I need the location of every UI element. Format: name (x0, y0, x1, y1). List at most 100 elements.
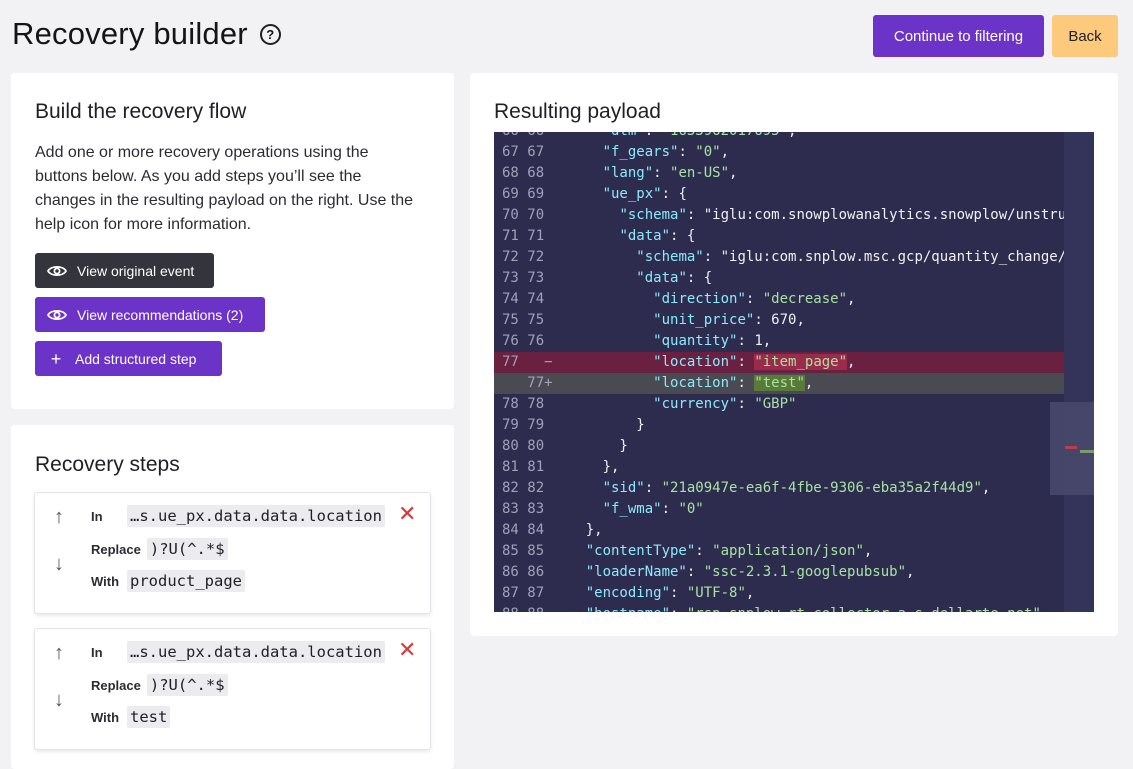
line-text: "lang": "en-US", (602, 165, 738, 181)
code-line: 75 75 "unit_price": 670, (494, 310, 1064, 331)
step-replace-label: Replace (91, 541, 141, 557)
resulting-payload-heading: Resulting payload (494, 100, 661, 123)
line-number: 85 85 (502, 543, 545, 559)
step-with-value[interactable]: product_page (127, 570, 245, 592)
build-flow-panel: Build the recovery flow Add one or more … (11, 73, 454, 409)
code-line: 67 67 "f_gears": "0", (494, 142, 1064, 163)
step-replace-pattern[interactable]: )?U(^.*$ (146, 538, 228, 560)
add-structured-step-button[interactable]: + Add structured step (35, 341, 222, 376)
line-number: 71 71 (502, 228, 545, 244)
recovery-steps-panel: Recovery steps ↑ ↓ In …s.ue_px.data.data… (11, 425, 454, 769)
code-line: 77 − "location": "item_page", (494, 352, 1064, 373)
arrow-down-icon[interactable]: ↓ (49, 554, 69, 574)
code-line: 68 68 "lang": "en-US", (494, 163, 1064, 184)
view-recommendations-label: View recommendations (2) (77, 306, 244, 323)
code-line: 82 82 "sid": "21a0947e-ea6f-4fbe-9306-eb… (494, 478, 1064, 499)
line-text: "sid": "21a0947e-ea6f-4fbe-9306-eba35a2f… (602, 480, 991, 496)
line-number: 77 − (502, 354, 553, 370)
remove-step-icon[interactable]: ✕ (398, 503, 416, 525)
payload-diff-editor[interactable]: 66 66 "dtm": "1633962017695",67 67 "f_ge… (494, 132, 1094, 612)
line-number: 88 88 (494, 604, 552, 612)
line-number: 67 67 (502, 144, 545, 160)
line-number: 77+ (502, 375, 553, 391)
help-icon[interactable]: ? (259, 23, 281, 45)
code-line: 76 76 "quantity": 1, (494, 331, 1064, 352)
resulting-payload-panel: Resulting payload 66 66 "dtm": "16339620… (470, 73, 1118, 636)
line-number: 87 87 (502, 585, 545, 601)
view-original-event-button[interactable]: View original event (35, 253, 214, 288)
remove-step-icon[interactable]: ✕ (398, 639, 416, 661)
line-number: 84 84 (502, 522, 545, 538)
recovery-steps-heading: Recovery steps (35, 453, 180, 476)
line-text: "schema": "iglu:com.snplow.msc.gcp/quant… (636, 249, 1084, 265)
step-in-row: In …s.ue_px.data.data.location (91, 505, 385, 527)
recovery-step-card: ↑ ↓ In …s.ue_px.data.data.location Repla… (35, 629, 430, 749)
arrow-up-icon[interactable]: ↑ (49, 643, 69, 663)
step-with-row: With product_page (91, 570, 245, 592)
line-text: "loaderName": "ssc-2.3.1-googlepubsub", (585, 564, 915, 580)
back-button[interactable]: Back (1052, 15, 1118, 57)
step-in-path[interactable]: …s.ue_px.data.data.location (127, 505, 385, 527)
code-line: 72 72 "schema": "iglu:com.snplow.msc.gcp… (494, 247, 1083, 268)
line-number: 83 83 (502, 501, 545, 517)
page-title: Recovery builder (12, 16, 248, 51)
line-text: "currency": "GBP" (653, 396, 797, 412)
code-line: 79 79 } (494, 415, 1064, 436)
code-line: 80 80 } (494, 436, 1064, 457)
code-line: 78 78 "currency": "GBP" (494, 394, 1064, 415)
line-text: "f_gears": "0", (602, 144, 730, 160)
code-line: 74 74 "direction": "decrease", (494, 289, 1064, 310)
line-number: 86 86 (502, 564, 545, 580)
line-text: }, (552, 459, 620, 475)
code-line: 86 86 "loaderName": "ssc-2.3.1-googlepub… (494, 562, 1064, 583)
step-replace-pattern[interactable]: )?U(^.*$ (146, 674, 228, 696)
line-number: 72 72 (502, 249, 545, 265)
arrow-down-icon[interactable]: ↓ (49, 690, 69, 710)
line-text: }, (552, 522, 603, 538)
line-number: 73 73 (502, 270, 545, 286)
eye-icon (47, 309, 67, 320)
line-text: "schema": "iglu:com.snowplowanalytics.sn… (619, 207, 1084, 223)
step-in-label: In (91, 508, 103, 524)
continue-to-filtering-button[interactable]: Continue to filtering (873, 15, 1044, 57)
build-flow-heading: Build the recovery flow (35, 100, 247, 123)
line-text: } (552, 438, 628, 454)
code-line: 83 83 "f_wma": "0" (494, 499, 1064, 520)
line-number: 78 78 (502, 396, 545, 412)
line-text: "location": "item_page", (653, 354, 856, 370)
line-text: "data": { (636, 270, 713, 286)
line-text: "encoding": "UTF-8", (585, 585, 755, 601)
code-line: 70 70 "schema": "iglu:com.snowplowanalyt… (494, 205, 1083, 226)
minimap[interactable] (1064, 132, 1094, 612)
line-text: "location": "test", (653, 375, 814, 391)
step-with-value[interactable]: test (127, 706, 171, 728)
line-number: 81 81 (502, 459, 545, 475)
step-with-label: With (91, 709, 120, 725)
code-line: 84 84 }, (494, 520, 1064, 541)
line-text: "ue_px": { (602, 186, 687, 202)
step-replace-label: Replace (91, 677, 141, 693)
step-in-path[interactable]: …s.ue_px.data.data.location (127, 641, 385, 663)
step-replace-row: Replace )?U(^.*$ (91, 538, 228, 560)
code-line: 88 88 "hostname": "rsp-snplow-rt-collect… (494, 604, 1064, 612)
code-line: 77+ "location": "test", (494, 373, 1064, 394)
recovery-step-card: ↑ ↓ In …s.ue_px.data.data.location Repla… (35, 493, 430, 613)
code-line: 87 87 "encoding": "UTF-8", (494, 583, 1064, 604)
step-in-row: In …s.ue_px.data.data.location (91, 641, 385, 663)
line-number: 76 76 (502, 333, 545, 349)
eye-icon (47, 265, 67, 276)
build-flow-description: Add one or more recovery operations usin… (35, 144, 414, 233)
code-line: 71 71 "data": { (494, 226, 1064, 247)
line-number: 79 79 (502, 417, 545, 433)
step-replace-row: Replace )?U(^.*$ (91, 674, 228, 696)
line-number: 80 80 (502, 438, 545, 454)
code-line: 81 81 }, (494, 457, 1064, 478)
code-line: 69 69 "ue_px": { (494, 184, 1064, 205)
line-number: 69 69 (502, 186, 545, 202)
add-structured-step-label: Add structured step (75, 350, 197, 367)
line-text: "contentType": "application/json", (585, 543, 873, 559)
view-recommendations-button[interactable]: View recommendations (2) (35, 297, 265, 332)
arrow-up-icon[interactable]: ↑ (49, 507, 69, 527)
line-number: 75 75 (502, 312, 545, 328)
line-number: 82 82 (502, 480, 545, 496)
